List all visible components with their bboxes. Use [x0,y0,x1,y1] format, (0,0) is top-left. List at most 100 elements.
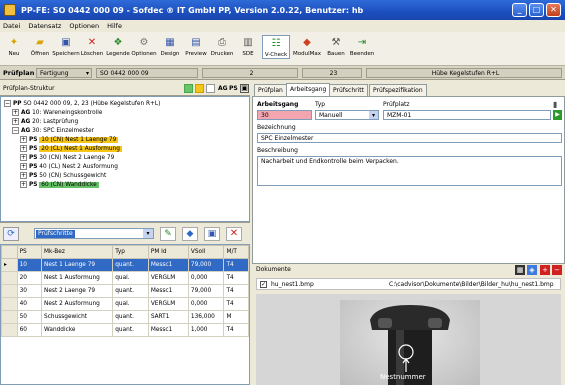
col-vsoll[interactable]: VSoll [187,245,225,259]
new-button[interactable]: ✦ Neu [2,35,26,58]
plan-revision-field[interactable]: 23 [302,68,362,78]
col-pm-id[interactable]: PM Id [147,245,189,259]
paint-icon[interactable]: ◆ [182,227,198,241]
doc-filename: hu_nest1.bmp [271,281,314,288]
build-button[interactable]: ⚒ Bauen [324,35,348,58]
toolbar: ✦ Neu ▰ Öffnen ▣ Speichern ✕ Löschen ❖ Legend… [0,32,565,66]
tree-row-ps-50[interactable]: + PS 50 (CN) Schussgewicht [20,172,106,181]
save-step-icon[interactable]: ▣ [204,227,220,241]
tree-row-ag-10[interactable]: + AG 10: Wareneingskontrolle [12,109,102,118]
tab-pruefplan[interactable]: Prüfplan [254,84,287,96]
menu-datei[interactable]: Datei [3,22,20,30]
collapse-icon[interactable]: − [12,127,19,134]
expand-icon[interactable]: + [20,154,27,161]
green-filter-icon[interactable] [184,84,193,93]
table-row[interactable]: 60 Wanddicke quant. Messc1 1,000 T4 [1,323,249,337]
open-button[interactable]: ▰ Öffnen [28,35,52,58]
tab-arbeitsgang[interactable]: Arbeitsgang [286,83,331,96]
pp-input[interactable]: MZM-01 [383,110,551,120]
collapse-icon[interactable]: − [4,100,11,107]
tree-row-ps-20[interactable]: + PS 20 (CL) Nest 1 Ausformung [20,145,122,154]
delete-button[interactable]: ✕ Löschen [80,35,104,58]
modulmax-icon: ◆ [303,36,311,48]
col-mt[interactable]: M/T [223,245,249,259]
expand-icon[interactable]: + [20,136,27,143]
design-icon: ▦ [165,36,175,48]
exit-button[interactable]: ⇥ Beenden [350,35,374,58]
add-step-icon[interactable]: ✎ [160,227,176,241]
yellow-filter-icon[interactable] [195,84,204,93]
remove-doc-icon[interactable]: − [552,265,562,275]
close-button[interactable]: ✕ [546,3,561,17]
tree-row-ps-30[interactable]: + PS 30 (CN) Nest 2 Laenge 79 [20,154,114,163]
tab-pruefschritt[interactable]: Prüfschritt [329,84,368,96]
minimize-button[interactable]: _ [512,3,527,17]
table-row[interactable]: 40 Nest 2 Ausformung qual. VERGLM 0,000 T4 [1,297,249,311]
modulmax-button[interactable]: ◆ ModulMax [292,35,322,58]
menu-datensatz[interactable]: Datensatz [28,22,61,30]
table-row[interactable]: 30 Nest 2 Laenge 79 quant. Messc1 79,000 T4 [1,284,249,298]
col-mk-bez[interactable]: Mk-Bez [41,245,114,259]
expand-icon[interactable]: + [12,109,19,116]
expand-icon[interactable]: + [12,118,19,125]
save-button[interactable]: ▣ Speichern [52,35,79,58]
typ-label: Typ [315,101,326,108]
expand-icon[interactable]: + [20,172,27,179]
plan-company-field[interactable]: Hübe Kegelstufen R+L [366,68,562,78]
steps-filter-select[interactable]: Prüfschritte ▾ [34,228,154,239]
photo-caption: Nestnummer [380,373,426,381]
maximize-button[interactable]: □ [529,3,544,17]
tab-pruefspezifikation[interactable]: Prüfspezifikation [369,84,427,96]
vcheck-button[interactable]: ☷ V-Check [262,35,290,59]
plan-version-field[interactable]: 2 [202,68,298,78]
menu-optionen[interactable]: Optionen [69,22,99,30]
tree-row-ps-40[interactable]: + PS 40 (CL) Nest 2 Ausformung [20,163,118,172]
options-button[interactable]: ⚙ Optionen [131,35,156,58]
open-icon: ▰ [36,36,44,48]
tree-row-ag-30[interactable]: − AG 30: SPC Einzelmester [12,127,94,136]
go-icon[interactable]: ▶ [553,110,562,120]
legend-button[interactable]: ❖ Legende [106,35,130,58]
white-filter-icon[interactable] [206,84,215,93]
expand-icon[interactable]: + [20,181,27,188]
grid-icon[interactable]: ▦ [515,265,525,275]
document-row[interactable]: ✓ hu_nest1.bmp C:\cadvisor\Dokumente\Bil… [256,278,561,290]
table-row[interactable]: 50 Schussgewicht quant. SART1 136,000 M [1,310,249,324]
expand-all-icon[interactable]: ▣ [240,84,249,93]
open-doc-icon[interactable]: ◈ [527,265,537,275]
plan-number-field[interactable]: SO 0442 000 09 [96,68,198,78]
new-icon: ✦ [9,36,19,48]
col-ps[interactable]: PS [16,245,43,259]
delete-step-icon[interactable]: ✕ [226,227,242,241]
lock-icon: ▮ [553,100,558,109]
design-button[interactable]: ▦ Design [158,35,182,58]
ag-input[interactable]: 30 [257,110,312,120]
print-button[interactable]: ⎙ Drucken [210,35,234,58]
refresh-icon[interactable]: ⟳ [3,227,19,241]
app-icon [4,4,16,16]
table-row[interactable]: ▸ 10 Nest 1 Laenge 79 quant. Messc1 79,000 T4 [1,258,249,272]
desc-textarea[interactable]: Nacharbeit und Endkontrolle beim Verpack… [257,156,562,186]
tree-row-ps-10[interactable]: + PS 10 (CN) Nest 1 Laenge 79 [20,136,119,145]
ag-toggle[interactable]: AG [218,85,228,92]
menu-hilfe[interactable]: Hilfe [107,22,122,30]
plan-tree: − PP SO 0442 000 09, 2, 23 (Hübe Kegelstu… [0,96,250,222]
expand-icon[interactable]: + [20,163,27,170]
tree-row-ag-20[interactable]: + AG 20: Lastprüfung [12,118,78,127]
expand-icon[interactable]: + [20,145,27,152]
typ-select[interactable]: Manuell ▾ [315,110,379,120]
tree-row-ps-60[interactable]: + PS 60 (CN) Wanddicke [20,181,99,190]
table-row[interactable]: 20 Nest 1 Ausformung qual. VERGLM 0,000 T4 [1,271,249,285]
col-typ[interactable]: Typ [112,245,149,259]
tree-title: Prüfplan-Struktur [3,85,55,92]
bez-input[interactable]: SPC Einzelmester [257,133,562,143]
ps-toggle[interactable]: PS [229,85,238,92]
sde-button[interactable]: ▥ SDE [236,35,260,58]
preview-button[interactable]: ▤ Preview [184,35,208,58]
tree-header: Prüfplan-Struktur AG PS ▣ [0,82,250,96]
tree-row-pp[interactable]: − PP SO 0442 000 09, 2, 23 (Hübe Kegelstu… [4,100,160,109]
build-icon: ⚒ [331,36,341,48]
plan-type-select[interactable]: Fertigung ▾ [36,68,92,78]
doc-checkbox[interactable]: ✓ [260,281,267,288]
add-doc-icon[interactable]: + [540,265,550,275]
